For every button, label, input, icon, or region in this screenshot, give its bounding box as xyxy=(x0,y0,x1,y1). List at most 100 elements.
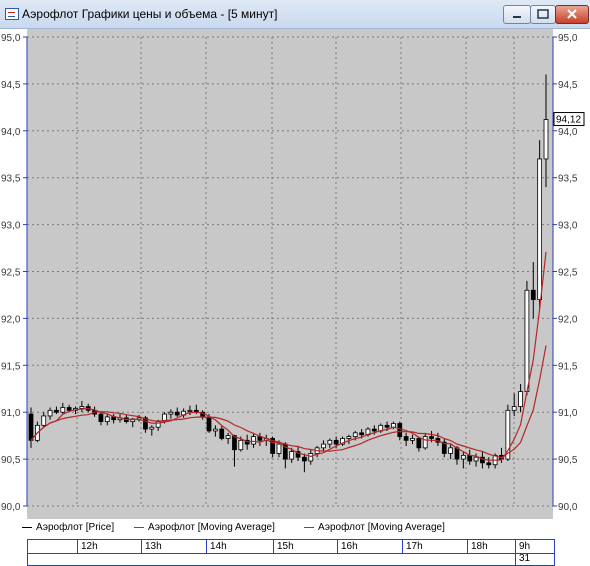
hour-label: 16h xyxy=(341,541,358,552)
candle-body xyxy=(429,436,434,439)
y-tick-label-left: 93,5 xyxy=(1,174,21,185)
candle-body xyxy=(448,447,454,454)
candle-body xyxy=(537,158,543,301)
hour-label: 15h xyxy=(277,541,294,552)
window-title: Аэрофлот Графики цены и объема - [5 мину… xyxy=(22,7,278,21)
y-tick-label-right: 90,5 xyxy=(558,455,578,466)
y-tick-label-left: 95,0 xyxy=(1,33,21,44)
candle-body xyxy=(384,424,390,428)
title-bar: Аэрофлот Графики цены и объема - [5 мину… xyxy=(0,0,590,29)
candle-body xyxy=(397,423,403,437)
y-tick-label-right: 91,0 xyxy=(558,408,578,419)
time-axis-days: 31 xyxy=(27,552,555,566)
legend-label-ma-2: Аэрофлот [Moving Average] xyxy=(318,522,445,533)
candle-body xyxy=(213,428,218,432)
candle-body xyxy=(473,456,479,462)
y-tick-label-left: 91,0 xyxy=(1,408,21,419)
candle-body xyxy=(206,416,212,432)
candle-body xyxy=(238,439,244,451)
candle-body xyxy=(149,426,155,430)
candle-body xyxy=(225,435,231,439)
candle-body xyxy=(416,438,422,449)
candle-body xyxy=(47,409,53,417)
legend-swatch-ma-2 xyxy=(304,526,314,528)
y-tick-label-left: 92,0 xyxy=(1,314,21,325)
last-price-label: 94,12 xyxy=(556,115,581,126)
candle-body xyxy=(187,409,193,412)
candle-body xyxy=(327,439,333,445)
candle-body xyxy=(251,436,256,445)
legend-item-ma-1: Аэрофлот [Moving Average] xyxy=(134,522,275,533)
candle-body xyxy=(321,443,326,449)
candle-body xyxy=(543,119,549,160)
y-tick-label-right: 92,0 xyxy=(558,314,578,325)
candle-body xyxy=(524,289,530,392)
time-separator xyxy=(515,552,516,565)
candle-body xyxy=(41,415,47,426)
y-tick-label-right: 90,0 xyxy=(558,502,578,513)
y-tick-label-left: 93,0 xyxy=(1,221,21,232)
candle-body xyxy=(104,416,110,422)
candle-body xyxy=(352,432,358,437)
chart-legend: Аэрофлот [Price] Аэрофлот [Moving Averag… xyxy=(0,519,590,536)
candle-body xyxy=(60,407,66,413)
candle-body xyxy=(289,451,295,460)
y-tick-label-right: 91,5 xyxy=(558,361,578,372)
candle-body xyxy=(422,436,428,449)
candle-body xyxy=(302,456,307,462)
y-tick-label-right: 93,0 xyxy=(558,221,578,232)
moving-average-line-1 xyxy=(30,251,547,461)
candle-body xyxy=(130,419,136,422)
candle-body xyxy=(410,438,415,441)
candle-body xyxy=(346,436,352,439)
y-tick-label-right: 92,5 xyxy=(558,268,578,279)
candle-body xyxy=(174,411,180,416)
candle-body xyxy=(511,406,517,411)
y-tick-label-right: 93,5 xyxy=(558,174,578,185)
price-chart[interactable]: 95,0 95,0 94,5 94,5 94,0 94,0 93,5 93,5 93,0 93,0… xyxy=(0,29,590,519)
candle-body xyxy=(28,413,34,441)
day-label: 31 xyxy=(519,553,531,564)
hour-label: 17h xyxy=(406,541,423,552)
y-tick-label-left: 92,5 xyxy=(1,268,21,279)
hour-label: 12h xyxy=(81,541,98,552)
candle-body xyxy=(54,409,59,413)
hour-label: 9h xyxy=(519,541,531,552)
candle-body xyxy=(168,411,174,415)
chart-area[interactable]: 95,0 95,0 94,5 94,5 94,0 94,0 93,5 93,5 93,0 93,0… xyxy=(0,29,590,519)
candle-body xyxy=(219,428,225,439)
y-tick-label-left: 91,5 xyxy=(1,361,21,372)
candle-body xyxy=(486,462,492,466)
candle-body xyxy=(467,454,473,462)
y-tick-label-right: 94,0 xyxy=(558,127,578,138)
time-axis: 12h 13h 14h 15h 16h 17h 18h 9h 31 xyxy=(0,537,590,566)
y-tick-label-left: 94,0 xyxy=(1,127,21,138)
legend-label-ma-1: Аэрофлот [Moving Average] xyxy=(148,522,275,533)
maximize-button[interactable] xyxy=(530,5,556,24)
y-tick-label-right: 94,5 xyxy=(558,80,578,91)
close-button[interactable] xyxy=(555,5,589,24)
candle-body xyxy=(371,428,377,432)
candle-body xyxy=(98,413,104,422)
moving-average-line-2 xyxy=(30,345,547,459)
candle-body xyxy=(460,454,466,460)
candle-body xyxy=(518,391,523,407)
y-tick-label-right: 95,0 xyxy=(558,33,578,44)
legend-item-ma-2: Аэрофлот [Moving Average] xyxy=(304,522,445,533)
candle-body xyxy=(308,453,314,462)
candle-body xyxy=(403,436,409,441)
candle-body xyxy=(79,406,85,409)
candle-body xyxy=(359,432,364,436)
candle-body xyxy=(66,407,72,411)
legend-item-price: Аэрофлот [Price] xyxy=(22,522,114,533)
y-tick-label-left: 90,5 xyxy=(1,455,21,466)
hour-label: 13h xyxy=(145,541,162,552)
minimize-icon xyxy=(513,16,521,18)
chart-icon xyxy=(5,8,19,20)
maximize-icon xyxy=(537,9,549,19)
minimize-button[interactable] xyxy=(503,5,531,24)
y-tick-label-left: 94,5 xyxy=(1,80,21,91)
hour-label: 14h xyxy=(210,541,227,552)
candle-body xyxy=(276,443,282,454)
close-icon xyxy=(567,9,577,19)
